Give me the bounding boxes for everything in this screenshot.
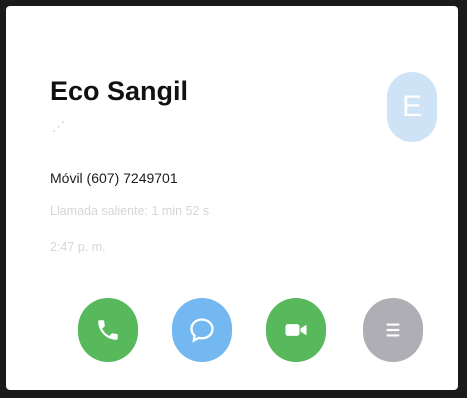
video-camera-icon bbox=[282, 316, 310, 344]
contact-card: Eco Sangil ⋰ E Móvil (607) 7249701 Llama… bbox=[6, 6, 458, 390]
details-button[interactable] bbox=[363, 298, 423, 362]
video-call-button[interactable] bbox=[266, 298, 326, 362]
phone-number[interactable]: Móvil (607) 7249701 bbox=[50, 170, 178, 186]
message-button[interactable] bbox=[172, 298, 232, 362]
call-button[interactable] bbox=[78, 298, 138, 362]
phone-icon bbox=[95, 317, 121, 343]
contact-name: Eco Sangil bbox=[50, 76, 189, 106]
call-time: 2:47 p. m. bbox=[50, 240, 106, 254]
message-bubble-icon bbox=[188, 316, 216, 344]
avatar-letter: E bbox=[401, 90, 422, 123]
avatar[interactable]: E bbox=[387, 72, 437, 142]
contact-subtitle-icon: ⋰ bbox=[52, 119, 65, 134]
list-icon bbox=[380, 317, 406, 343]
call-info: Llamada saliente: 1 min 52 s bbox=[50, 204, 210, 218]
